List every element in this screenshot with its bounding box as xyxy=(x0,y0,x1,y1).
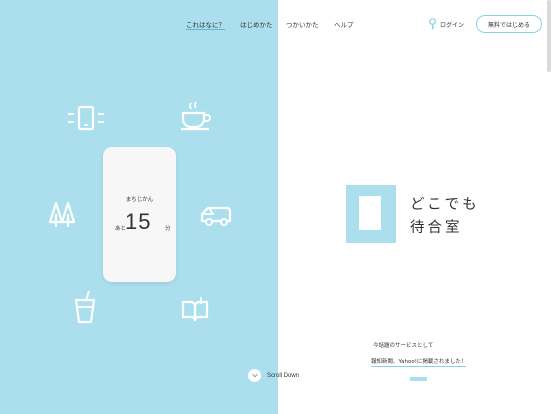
coffee-cup-icon xyxy=(179,101,213,131)
logo-line-1: どこでも xyxy=(410,197,480,213)
login-link[interactable]: ログイン xyxy=(428,18,464,30)
logo-line-2: 待合室 xyxy=(410,220,463,236)
news-intro: 今話題のサービスとして xyxy=(373,343,434,349)
news-indicator xyxy=(410,377,427,381)
login-label: ログイン xyxy=(440,21,465,29)
drink-cup-icon xyxy=(74,290,96,324)
nav-item-getting-started[interactable]: はじめかた xyxy=(240,19,273,29)
nav-item-what-is-this[interactable]: これはなに？ xyxy=(186,19,225,30)
wait-suffix: 分 xyxy=(165,226,171,232)
page-scrollbar[interactable] xyxy=(547,0,551,72)
nav-item-help[interactable]: ヘルプ xyxy=(334,19,354,29)
open-book-icon xyxy=(181,296,209,322)
news-headline-link[interactable]: 報知新聞、Yahoo!に掲載されました！ xyxy=(371,357,467,367)
trees-icon xyxy=(47,200,77,228)
scroll-down-label: Scroll Down xyxy=(267,372,300,379)
app-name-label: まちじかん xyxy=(125,197,154,203)
start-free-button[interactable]: 無料ではじめる xyxy=(476,15,542,33)
scroll-down-button[interactable]: Scroll Down xyxy=(248,369,299,382)
nav-item-how-to-use[interactable]: つかいかた xyxy=(286,19,319,29)
logo-mark xyxy=(346,185,396,243)
wait-time-display: あと 15 分 xyxy=(113,209,171,235)
chevron-down-icon xyxy=(248,369,261,382)
phone-mockup: まちじかん あと 15 分 xyxy=(103,147,176,282)
smartphone-icon xyxy=(66,105,106,133)
car-icon xyxy=(200,204,232,228)
logo-text: どこでも 待合室 xyxy=(410,194,480,240)
key-icon xyxy=(429,18,436,30)
wait-minutes: 15 xyxy=(125,209,152,234)
